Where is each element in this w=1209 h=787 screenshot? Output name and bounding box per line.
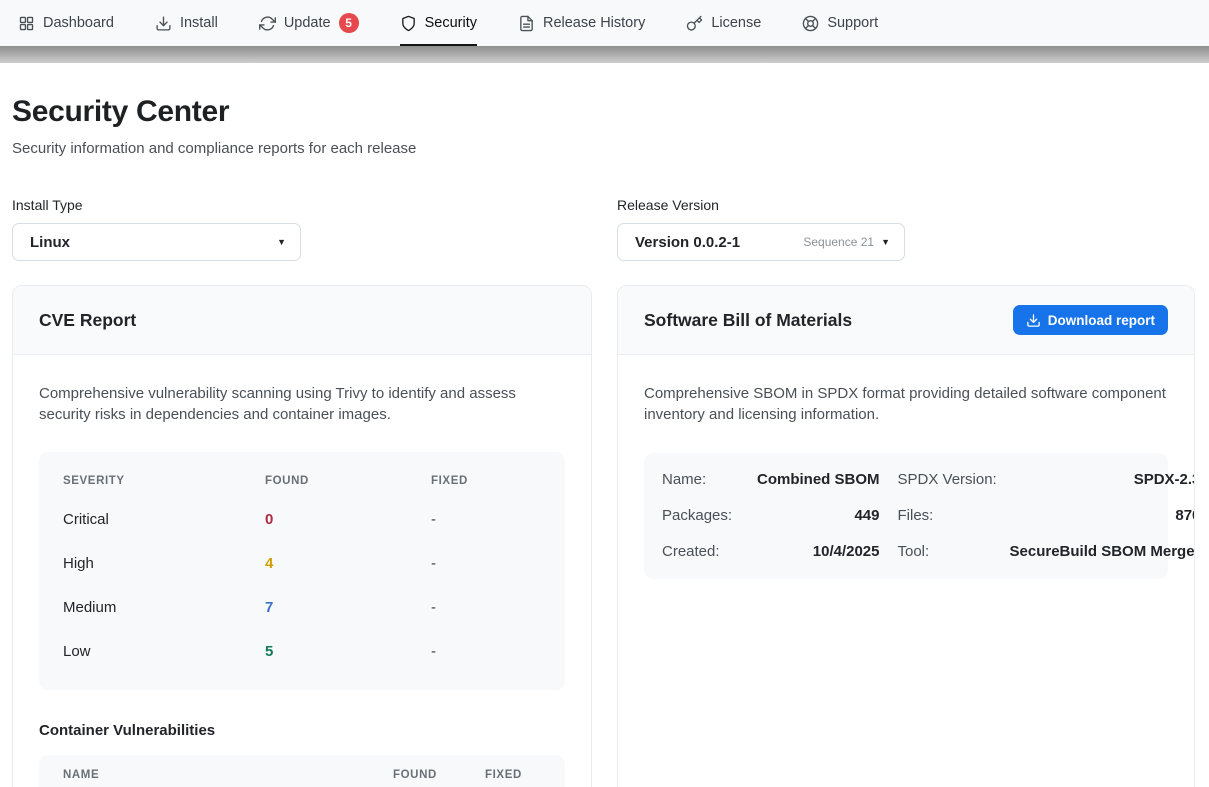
nav-label-license: License — [711, 15, 761, 31]
install-type-value: Linux — [30, 234, 70, 251]
nav-label-security: Security — [425, 15, 477, 31]
sbom-info-label: Files: — [898, 498, 1010, 534]
nav-label-update: Update — [284, 15, 331, 31]
cve-report-card: CVE Report Comprehensive vulnerability s… — [12, 285, 592, 787]
severity-table: SEVERITY FOUND FIXED Critical 0 - High 4… — [39, 452, 565, 690]
sbom-header: Software Bill of Materials Download repo… — [618, 286, 1194, 355]
download-icon — [155, 15, 172, 32]
severity-col-header: SEVERITY — [63, 475, 265, 487]
header-shadow-divider — [0, 46, 1209, 63]
sequence-badge: Sequence 21 — [803, 235, 874, 249]
found-col-header: FOUND — [393, 769, 485, 781]
filters-row: Install Type Linux ▼ Release Version Ver… — [12, 197, 1197, 261]
nav-label-install: Install — [180, 15, 218, 31]
table-row: Critical 0 - — [63, 498, 541, 542]
dashboard-grid-icon — [18, 15, 35, 32]
found-count: 7 — [265, 599, 431, 616]
chevron-down-icon: ▼ — [277, 238, 286, 247]
key-icon — [686, 15, 703, 32]
cve-report-body: Comprehensive vulnerability scanning usi… — [13, 355, 591, 787]
severity-name: Low — [63, 643, 265, 660]
sbom-info-value: 449 — [757, 498, 898, 534]
sbom-info-label: Tool: — [898, 534, 1010, 570]
fixed-count: - — [431, 511, 541, 528]
table-row: Medium 7 - — [63, 586, 541, 630]
install-type-select[interactable]: Linux ▼ — [12, 223, 301, 261]
sbom-description: Comprehensive SBOM in SPDX format provid… — [644, 383, 1168, 426]
top-nav: Dashboard Install Update 5 Security Rele… — [0, 0, 1209, 46]
sbom-body: Comprehensive SBOM in SPDX format provid… — [618, 355, 1194, 607]
refresh-icon — [259, 15, 276, 32]
severity-name: Critical — [63, 511, 265, 528]
fixed-col-header: FIXED — [485, 769, 541, 781]
fixed-count: - — [431, 555, 541, 572]
release-version-label: Release Version — [617, 197, 905, 213]
release-version-select[interactable]: Version 0.0.2-1 Sequence 21 ▼ — [617, 223, 905, 261]
page-subtitle: Security information and compliance repo… — [12, 140, 1197, 157]
name-col-header: NAME — [63, 769, 393, 781]
release-version-value: Version 0.0.2-1 — [635, 234, 740, 251]
chevron-down-icon: ▼ — [881, 238, 890, 247]
severity-table-header: SEVERITY FOUND FIXED — [63, 464, 541, 498]
container-vulnerabilities-title: Container Vulnerabilities — [39, 722, 565, 739]
found-count: 0 — [265, 511, 431, 528]
nav-item-dashboard[interactable]: Dashboard — [18, 0, 114, 46]
found-count: 5 — [265, 643, 431, 660]
release-version-filter: Release Version Version 0.0.2-1 Sequence… — [617, 197, 905, 261]
cve-report-description: Comprehensive vulnerability scanning usi… — [39, 383, 565, 426]
main-content: Security Center Security information and… — [0, 95, 1209, 787]
table-row: High 4 - — [63, 542, 541, 586]
found-count: 4 — [265, 555, 431, 572]
document-icon — [518, 15, 535, 32]
cve-report-title: CVE Report — [39, 310, 136, 331]
sbom-card: Software Bill of Materials Download repo… — [617, 285, 1195, 787]
severity-name: High — [63, 555, 265, 572]
nav-label-release-history: Release History — [543, 15, 645, 31]
nav-item-support[interactable]: Support — [802, 0, 878, 46]
sbom-title: Software Bill of Materials — [644, 310, 852, 331]
sbom-info-value: 10/4/2025 — [757, 534, 898, 570]
download-report-button[interactable]: Download report — [1013, 305, 1168, 335]
sbom-info-label: Created: — [662, 534, 757, 570]
container-vulnerabilities-header: NAME FOUND FIXED — [39, 755, 565, 787]
sbom-info-label: SPDX Version: — [898, 462, 1010, 498]
report-cards-row: CVE Report Comprehensive vulnerability s… — [12, 285, 1197, 787]
sbom-info-label: Name: — [662, 462, 757, 498]
nav-item-license[interactable]: License — [686, 0, 761, 46]
sbom-info-label: Packages: — [662, 498, 757, 534]
nav-item-install[interactable]: Install — [155, 0, 218, 46]
severity-name: Medium — [63, 599, 265, 616]
download-report-label: Download report — [1048, 313, 1155, 328]
shield-icon — [400, 15, 417, 32]
nav-item-update[interactable]: Update 5 — [259, 0, 359, 46]
cve-report-header: CVE Report — [13, 286, 591, 355]
install-type-label: Install Type — [12, 197, 301, 213]
lifebuoy-icon — [802, 15, 819, 32]
fixed-col-header: FIXED — [431, 475, 541, 487]
download-icon — [1026, 313, 1041, 328]
found-col-header: FOUND — [265, 475, 431, 487]
nav-item-release-history[interactable]: Release History — [518, 0, 645, 46]
fixed-count: - — [431, 599, 541, 616]
sbom-info-value: Combined SBOM — [757, 462, 898, 498]
nav-item-security[interactable]: Security — [400, 0, 477, 46]
page-title: Security Center — [12, 95, 1197, 129]
sbom-info-value: 870 — [1010, 498, 1196, 534]
sbom-info-value: SPDX-2.3 — [1010, 462, 1196, 498]
table-row: Low 5 - — [63, 630, 541, 674]
nav-label-dashboard: Dashboard — [43, 15, 114, 31]
update-count-badge: 5 — [339, 13, 359, 33]
install-type-filter: Install Type Linux ▼ — [12, 197, 301, 261]
nav-label-support: Support — [827, 15, 878, 31]
sbom-info-grid: Name: Combined SBOM SPDX Version: SPDX-2… — [644, 453, 1168, 579]
fixed-count: - — [431, 643, 541, 660]
sbom-info-value: SecureBuild SBOM Merger — [1010, 534, 1196, 570]
